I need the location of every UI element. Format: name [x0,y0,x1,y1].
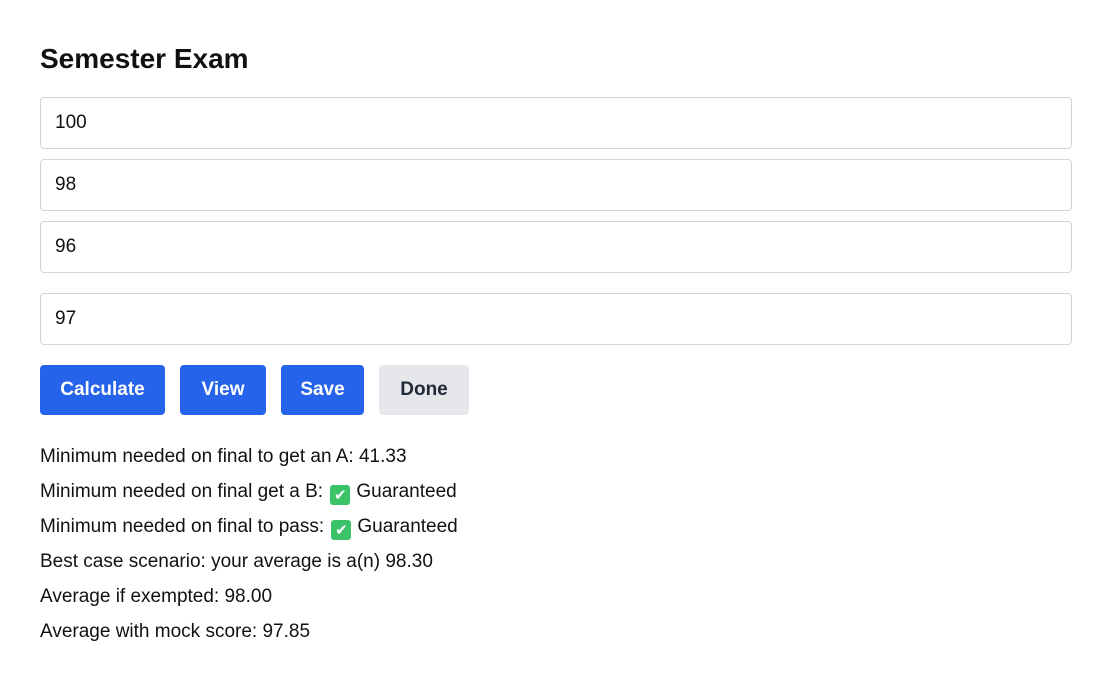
check-mark-icon: ✔ [330,485,351,505]
result-min-a-label: Minimum needed on final to get an A: [40,446,359,467]
result-best-case: Best case scenario: your average is a(n)… [40,544,1072,579]
view-button[interactable]: View [180,365,266,415]
result-min-pass: Minimum needed on final to pass: ✔ Guaran… [40,509,1072,544]
result-mock-value: 97.85 [262,621,311,642]
result-exempt-label: Average if exempted: [40,586,225,607]
result-min-a: Minimum needed on final to get an A: 41.… [40,439,1072,474]
result-min-pass-label: Minimum needed on final to pass: [40,516,330,537]
result-min-pass-status: Guaranteed [357,516,458,537]
page-title: Semester Exam [40,43,249,74]
grade-input-1[interactable] [40,97,1072,149]
result-mock: Average with mock score: 97.85 [40,614,1072,649]
grade-input-4[interactable] [40,293,1072,345]
action-bar: Calculate View Save Done [40,365,1072,415]
results-panel: Minimum needed on final to get an A: 41.… [40,439,1072,649]
exam-calculator: Semester Exam Calculate View Save Done M… [0,0,1098,649]
result-exempt-value: 98.00 [224,586,273,607]
result-best-case-label: Best case scenario: your average is a(n) [40,551,386,572]
result-min-b-status: Guaranteed [356,481,457,502]
result-exempt: Average if exempted: 98.00 [40,579,1072,614]
calculate-button[interactable]: Calculate [40,365,165,415]
result-min-b: Minimum needed on final get a B: ✔ Guaran… [40,474,1072,509]
done-button[interactable]: Done [379,365,469,415]
save-button[interactable]: Save [281,365,364,415]
grade-input-2[interactable] [40,159,1072,211]
check-mark-icon: ✔ [331,520,352,540]
result-min-a-value: 41.33 [358,446,407,467]
grade-input-3[interactable] [40,221,1072,273]
result-best-case-value: 98.30 [385,551,433,572]
result-mock-label: Average with mock score: [40,621,263,642]
result-min-b-label: Minimum needed on final get a B: [40,481,329,502]
